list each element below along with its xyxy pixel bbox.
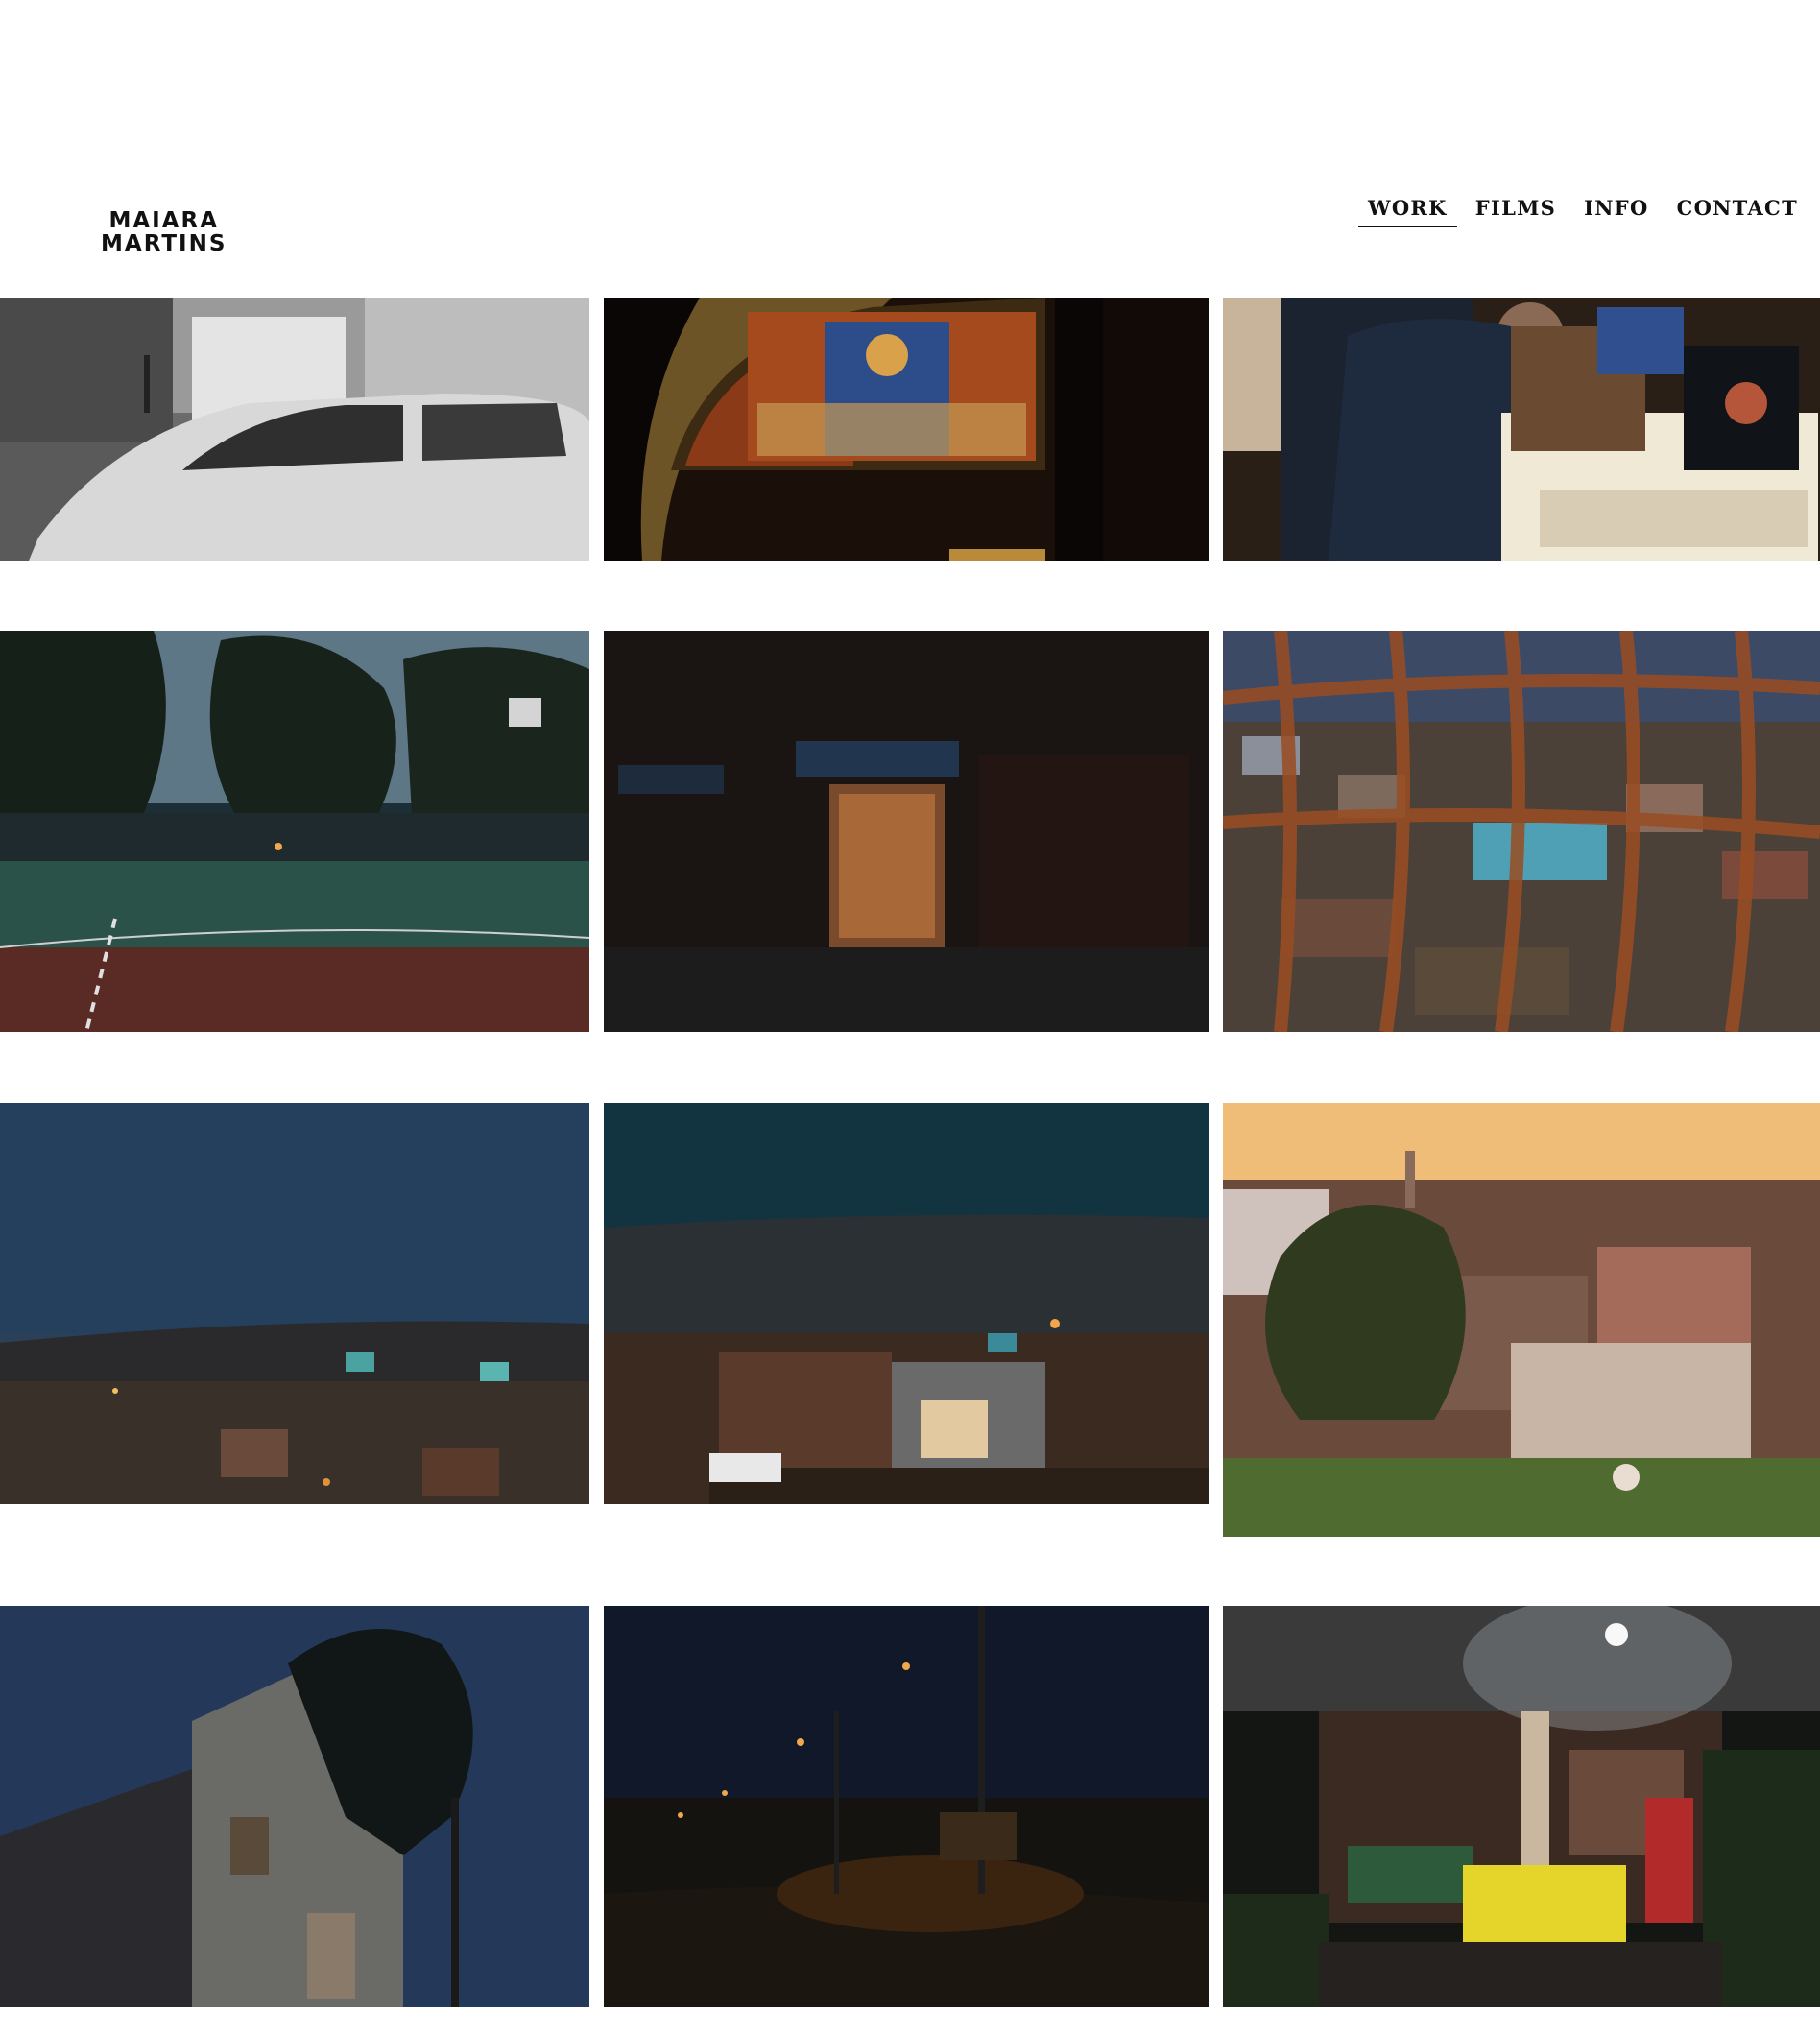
photo-dark-road-lamps [604, 1606, 1209, 2007]
photo-lit-doorway [604, 631, 1209, 1032]
gallery-tile-7[interactable] [0, 1103, 589, 1504]
gallery-tile-11[interactable] [604, 1606, 1209, 2007]
photo-basketball-court [0, 631, 589, 1032]
nav-info[interactable]: INFO [1574, 191, 1658, 227]
gallery-tile-9[interactable] [1223, 1103, 1820, 1537]
site-logo[interactable]: MAIARA MARTINS [101, 209, 227, 255]
gallery-tile-1[interactable] [0, 298, 589, 561]
gallery-tile-8[interactable] [604, 1103, 1209, 1504]
logo-line-2: MARTINS [101, 231, 228, 256]
nav-contact[interactable]: CONTACT [1667, 191, 1808, 227]
photo-sunset-hillside-couple [1223, 1103, 1820, 1537]
gallery-tile-10[interactable] [0, 1606, 589, 2007]
nav-films[interactable]: FILMS [1466, 191, 1566, 227]
gallery-tile-6[interactable] [1223, 631, 1820, 1032]
photo-stained-glass [604, 298, 1209, 561]
gallery-tile-2[interactable] [604, 298, 1209, 561]
gallery-tile-3[interactable] [1223, 298, 1820, 561]
photo-street-car [0, 298, 589, 561]
photo-night-neighborhood [604, 1103, 1209, 1504]
photo-figurine-vendor [1223, 298, 1820, 561]
photo-blue-evening-city [0, 1103, 589, 1504]
photo-patio-yellow-chairs [1223, 1606, 1820, 2007]
main-nav: WORK FILMS INFO CONTACT [1350, 191, 1808, 227]
gallery-tile-4[interactable] [0, 631, 589, 1032]
nav-work[interactable]: WORK [1357, 191, 1457, 227]
gallery-tile-5[interactable] [604, 631, 1209, 1032]
gallery-tile-12[interactable] [1223, 1606, 1820, 2007]
logo-line-1: MAIARA [108, 208, 219, 233]
photo-hillside-through-fence [1223, 631, 1820, 1032]
photo-old-church-facade [0, 1606, 589, 2007]
